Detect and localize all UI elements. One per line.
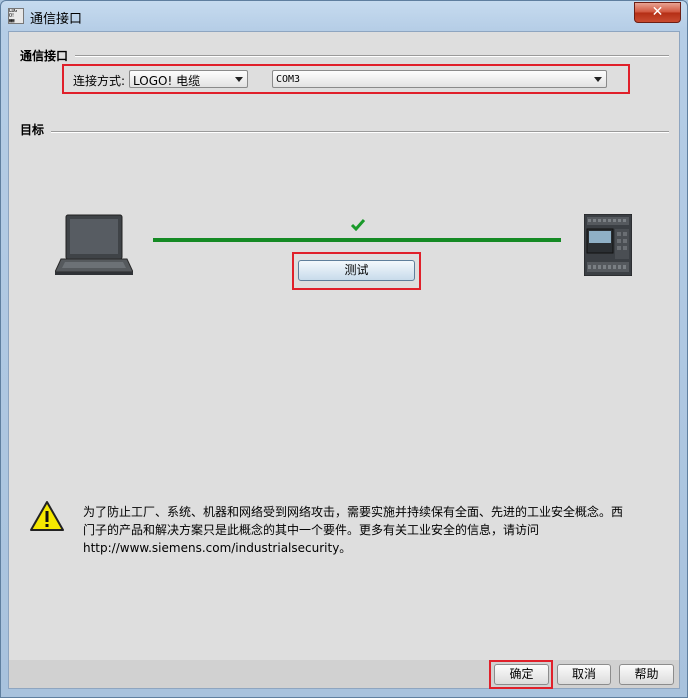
ok-button[interactable]: 确定 xyxy=(494,664,549,685)
test-button[interactable]: 测试 xyxy=(298,260,415,281)
connection-label: 连接方式: xyxy=(73,74,126,88)
checkmark-icon xyxy=(350,219,366,231)
chevron-down-icon xyxy=(235,77,243,82)
port-dropdown[interactable]: COM3 xyxy=(272,70,607,88)
security-warning-text: 为了防止工厂、系统、机器和网络受到网络攻击，需要实施并持续保有全面、先进的工业安… xyxy=(83,505,624,555)
cancel-button[interactable]: 取消 xyxy=(557,664,611,685)
title-bar[interactable]: LOG O! ▦▦ 通信接口 ✕ xyxy=(1,1,687,31)
dialog-window: LOG O! ▦▦ 通信接口 ✕ 通信接口 连接方式: LOGO! 电缆 COM3 … xyxy=(0,0,688,698)
button-bar: 确定 取消 帮助 xyxy=(9,660,679,689)
help-button[interactable]: 帮助 xyxy=(619,664,674,685)
laptop-icon xyxy=(55,214,133,275)
warning-icon xyxy=(30,501,64,531)
window-title: 通信接口 xyxy=(30,12,83,27)
section-divider xyxy=(75,55,669,57)
section-title-interface: 通信接口 xyxy=(20,49,69,63)
connection-type-dropdown[interactable]: LOGO! 电缆 xyxy=(129,70,248,88)
section-divider xyxy=(51,131,669,133)
section-title-target: 目标 xyxy=(20,123,45,137)
dialog-content: 通信接口 连接方式: LOGO! 电缆 COM3 目标 测试 为了防止工厂、系统… xyxy=(8,31,680,689)
port-value: COM3 xyxy=(276,74,301,85)
connection-type-value: LOGO! 电缆 xyxy=(133,74,201,88)
chevron-down-icon xyxy=(594,77,602,82)
app-icon: LOG O! ▦▦ xyxy=(8,8,24,24)
logo-plc-icon xyxy=(584,214,632,276)
close-button[interactable]: ✕ xyxy=(634,2,681,23)
connection-status-line xyxy=(153,238,561,242)
